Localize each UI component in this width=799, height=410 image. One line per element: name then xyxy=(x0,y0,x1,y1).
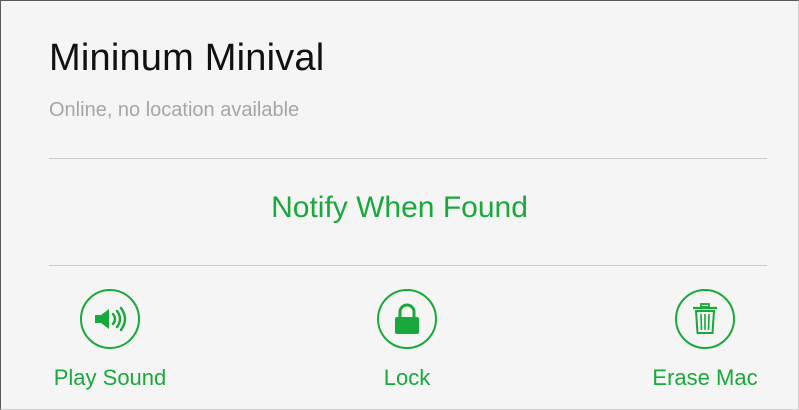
lock-circle[interactable] xyxy=(377,289,437,349)
device-status: Online, no location available xyxy=(49,99,300,121)
erase-mac-circle[interactable] xyxy=(675,289,735,349)
lock-button[interactable]: Lock xyxy=(337,289,477,391)
notify-when-found-button[interactable]: Notify When Found xyxy=(1,191,798,225)
play-sound-label: Play Sound xyxy=(53,365,167,390)
device-name: Mininum Minival xyxy=(49,37,325,79)
divider xyxy=(49,158,767,159)
divider xyxy=(49,265,767,266)
erase-mac-button[interactable]: Erase Mac xyxy=(635,289,775,391)
play-sound-circle[interactable] xyxy=(80,289,140,349)
lock-label: Lock xyxy=(383,365,431,390)
speaker-icon xyxy=(95,306,127,332)
lock-icon xyxy=(395,303,419,334)
device-panel: Mininum Minival Online, no location avai… xyxy=(0,0,799,410)
trash-icon xyxy=(693,303,717,334)
play-sound-button[interactable]: Play Sound xyxy=(40,289,180,391)
erase-mac-label: Erase Mac xyxy=(652,365,758,390)
